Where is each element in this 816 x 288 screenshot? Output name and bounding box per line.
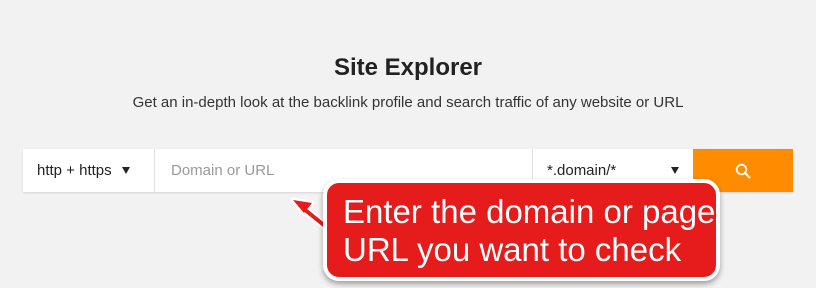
annotation-line-1: Enter the domain or page — [343, 193, 716, 230]
annotation-line-2: URL you want to check — [343, 231, 682, 268]
annotation-callout: Enter the domain or page URL you want to… — [323, 179, 720, 281]
site-explorer-page: Site Explorer Get an in-depth look at th… — [0, 0, 816, 288]
